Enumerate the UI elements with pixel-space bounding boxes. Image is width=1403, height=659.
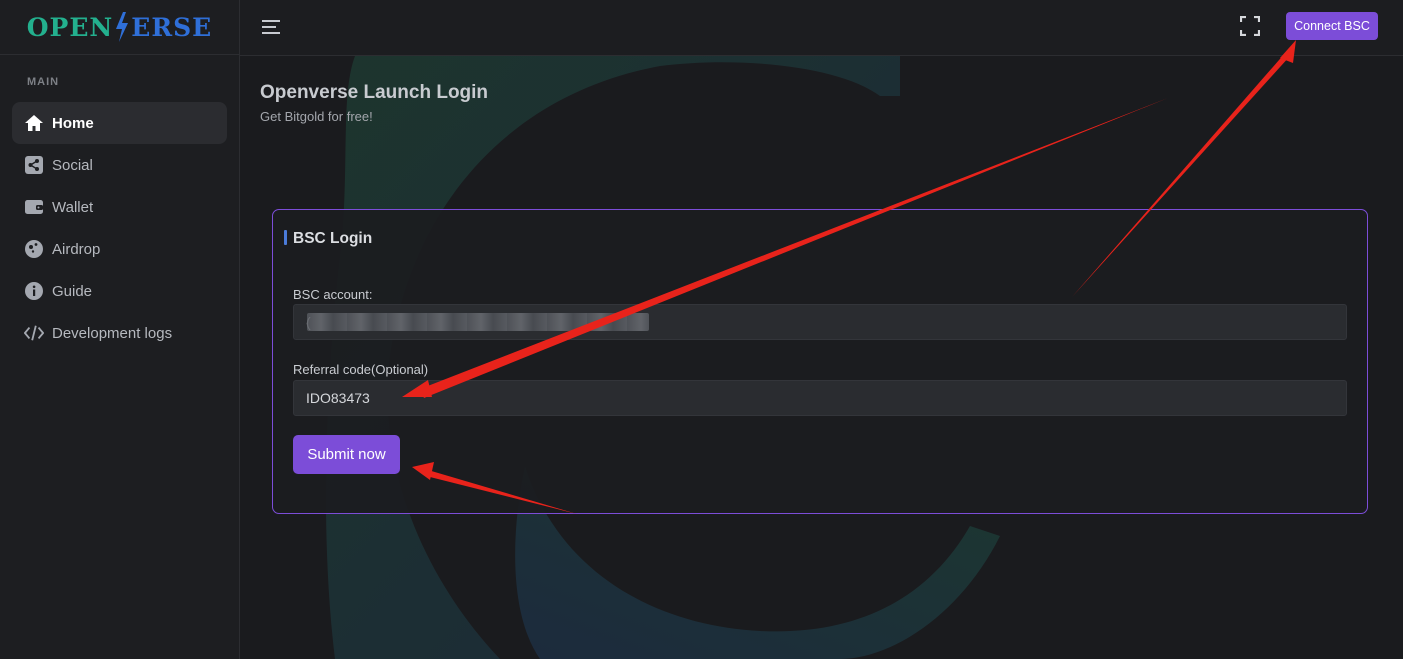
sidebar-item-wallet[interactable]: Wallet <box>12 186 227 228</box>
home-icon <box>23 112 45 134</box>
card-title-accent-bar <box>284 230 287 245</box>
sidebar-item-label: Guide <box>52 282 93 300</box>
share-icon <box>23 154 45 176</box>
sidebar-item-guide[interactable]: Guide <box>12 270 227 312</box>
sidebar-item-label: Wallet <box>52 198 94 216</box>
lightning-icon <box>116 12 129 42</box>
fullscreen-icon[interactable] <box>1239 15 1261 37</box>
page-subtitle: Get Bitgold for free! <box>260 109 373 124</box>
page-title: Openverse Launch Login <box>260 82 489 103</box>
sidebar-item-label: Home <box>52 114 94 132</box>
sidebar-section-label: MAIN <box>27 76 60 88</box>
card-title: BSC Login <box>293 230 373 247</box>
logo[interactable]: OPEN ERSE <box>0 0 239 55</box>
main-content: Openverse Launch Login Get Bitgold for f… <box>240 56 1403 659</box>
referral-code-label: Referral code(Optional) <box>293 362 429 377</box>
referral-code-input[interactable] <box>293 380 1347 416</box>
sidebar-item-home[interactable]: Home <box>12 102 227 144</box>
sidebar-item-label: Development logs <box>52 324 173 342</box>
sidebar-item-label: Social <box>52 156 93 174</box>
logo-text-open: OPEN <box>26 12 114 42</box>
sidebar-item-development-logs[interactable]: Development logs <box>12 312 227 354</box>
bsc-login-card: BSC Login BSC account: Referral code(Opt… <box>272 209 1368 514</box>
wallet-icon <box>23 196 45 218</box>
sidebar: OPEN ERSE MAIN Home Social Wallet Airdro… <box>0 0 240 659</box>
logo-text: OPEN ERSE <box>27 12 212 42</box>
top-header: Connect BSC <box>240 0 1403 56</box>
redacted-account-blur <box>307 313 649 331</box>
airdrop-icon <box>23 238 45 260</box>
app-root: OPEN ERSE MAIN Home Social Wallet Airdro… <box>0 0 1403 659</box>
bsc-account-label: BSC account: <box>293 287 373 302</box>
submit-now-button[interactable]: Submit now <box>293 435 400 474</box>
sidebar-item-airdrop[interactable]: Airdrop <box>12 228 227 270</box>
logo-text-erse: ERSE <box>131 12 213 42</box>
sidebar-nav: Home Social Wallet Airdrop Guide Develop… <box>12 102 227 354</box>
hamburger-icon[interactable] <box>260 16 282 38</box>
info-icon <box>23 280 45 302</box>
connect-bsc-button[interactable]: Connect BSC <box>1286 12 1378 40</box>
code-icon <box>23 322 45 344</box>
sidebar-item-social[interactable]: Social <box>12 144 227 186</box>
sidebar-item-label: Airdrop <box>52 240 101 258</box>
